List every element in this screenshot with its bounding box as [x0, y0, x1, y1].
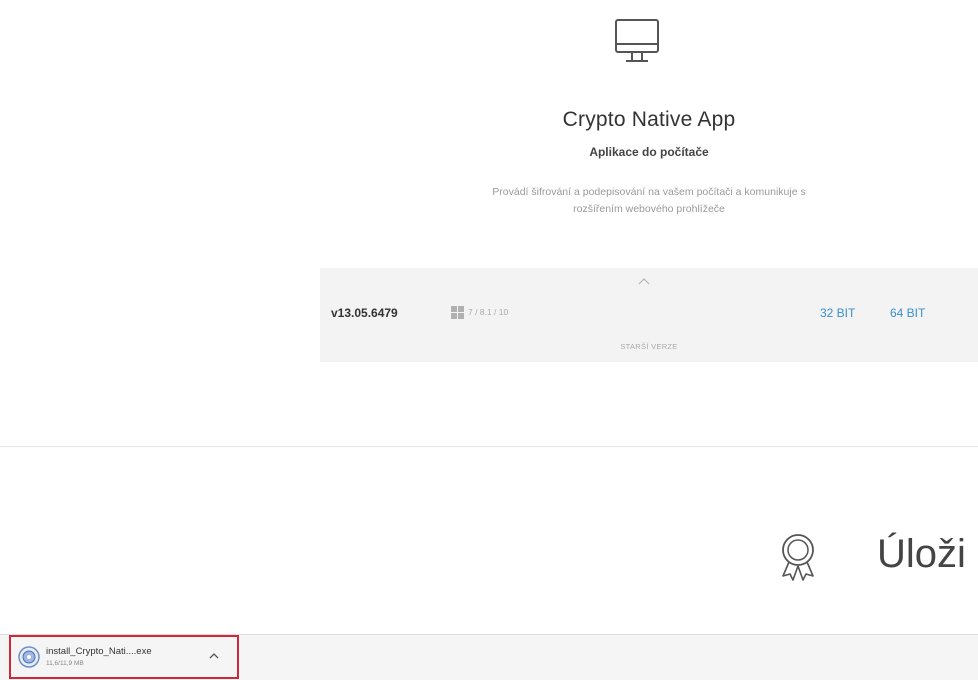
chevron-up-icon[interactable] — [637, 276, 651, 286]
download-file-name: install_Crypto_Nati....exe — [46, 646, 152, 657]
download-item[interactable]: install_Crypto_Nati....exe 11,6/11,9 MB — [9, 635, 239, 679]
os-compatibility: 7 / 8.1 / 10 — [468, 307, 509, 317]
download-panel: v13.05.6479 7 / 8.1 / 10 32 BIT 64 BIT S… — [320, 268, 978, 362]
monitor-icon — [615, 19, 659, 62]
award-icon — [782, 534, 814, 581]
version-number: v13.05.6479 — [331, 306, 398, 320]
windows-icon — [451, 306, 464, 319]
section-divider — [0, 446, 978, 447]
app-title: Crypto Native App — [562, 108, 736, 131]
section-title: Úloži — [877, 532, 966, 576]
download-status: 11,6/11,9 MB — [46, 660, 84, 667]
older-versions-link[interactable]: STARŠÍ VERZE — [320, 342, 978, 351]
download-32bit-link[interactable]: 32 BIT — [820, 306, 855, 320]
download-bar: install_Crypto_Nati....exe 11,6/11,9 MB — [0, 634, 978, 680]
app-subtitle: Aplikace do počítače — [589, 145, 709, 159]
chevron-up-icon[interactable] — [208, 651, 220, 661]
app-description: Provádí šifrování a podepisování na vaše… — [492, 186, 806, 215]
installer-file-icon — [18, 646, 40, 668]
app-card: Crypto Native App Aplikace do počítače P… — [320, 0, 978, 370]
download-64bit-link[interactable]: 64 BIT — [890, 306, 925, 320]
